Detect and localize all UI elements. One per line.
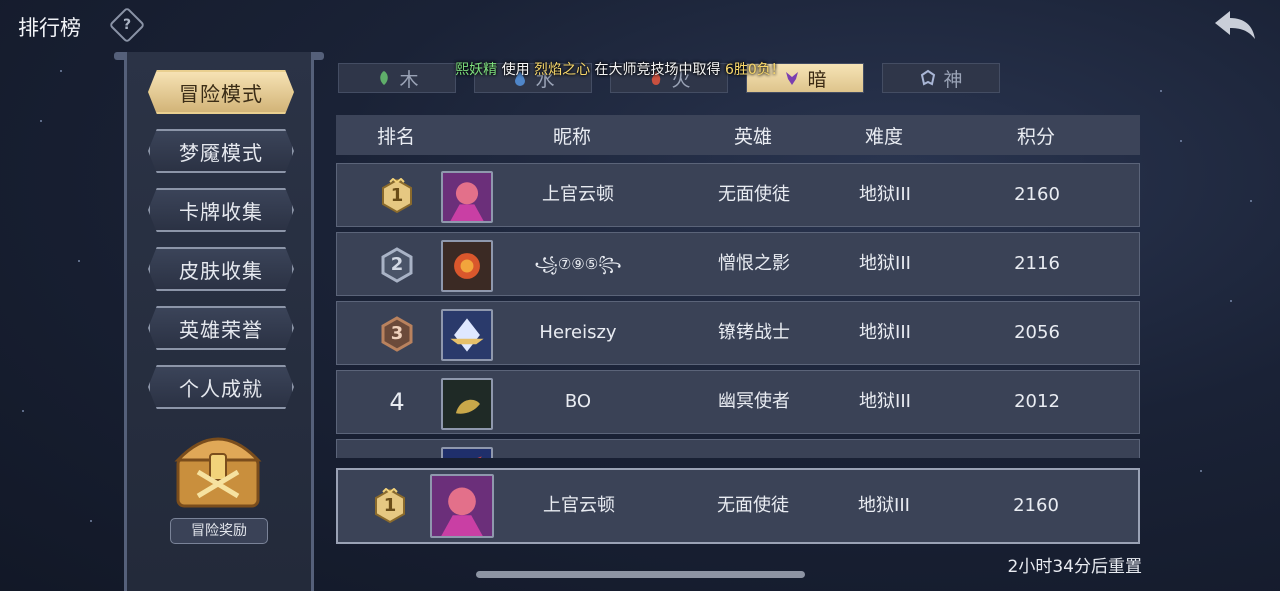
- sidebar-item-achievements[interactable]: 个人成就: [148, 365, 294, 409]
- header-nickname: 昵称: [552, 125, 591, 148]
- hero-name: 幽冥使者: [718, 391, 790, 412]
- ticker-middle: 在大师竞技场中取得: [594, 62, 721, 78]
- tab-label: 神: [943, 68, 963, 91]
- table-row[interactable]: 2 ꧁⑦⑨⑤꧂ 憎恨之影 地狱III 2116: [336, 232, 1140, 296]
- table-row[interactable]: 4 BO 幽冥使者 地狱III 2012: [336, 370, 1140, 434]
- header-difficulty: 难度: [864, 125, 903, 148]
- table-row[interactable]: 1 上官云顿 无面使徒 地狱III 2160: [336, 163, 1140, 227]
- nickname: Hereiszy: [539, 322, 617, 343]
- sidebar-item-skins[interactable]: 皮肤收集: [148, 247, 294, 291]
- ticker-player: 熙妖精: [455, 62, 498, 78]
- rank-number: 4: [389, 388, 405, 416]
- difficulty: 地狱III: [859, 322, 911, 343]
- header-score: 积分: [1016, 125, 1055, 148]
- adventure-reward-button[interactable]: 冒险奖励: [170, 518, 268, 544]
- difficulty: 地狱III: [859, 184, 911, 205]
- difficulty: 地狱III: [858, 495, 910, 516]
- hero-name: 无面使徒: [718, 184, 790, 205]
- tab-label: 木: [399, 68, 419, 91]
- hero-avatar[interactable]: [441, 240, 493, 292]
- sidebar-item-nightmare[interactable]: 梦魇模式: [148, 129, 294, 173]
- rank-number: 1: [390, 185, 404, 206]
- hero-avatar[interactable]: [441, 171, 493, 223]
- table-row[interactable]: [336, 439, 1140, 458]
- hero-name: 憎恨之影: [718, 253, 790, 274]
- back-arrow-icon[interactable]: [1212, 8, 1258, 42]
- nickname: ꧁⑦⑨⑤꧂: [534, 255, 622, 273]
- hero-name: 镣铐战士: [718, 322, 790, 343]
- score: 2116: [1014, 253, 1060, 274]
- rank-number: 2: [390, 254, 404, 275]
- tab-divine[interactable]: 神: [882, 63, 1000, 93]
- sidebar-item-adventure[interactable]: 冒险模式: [148, 70, 294, 114]
- table-row[interactable]: 3 Hereiszy 镣铐战士 地狱III 2056: [336, 301, 1140, 365]
- announcement-ticker: 熙妖精 使用 烈焰之心 在大师竞技场中取得 6胜0负！: [420, 59, 820, 79]
- rank-number: 1: [383, 495, 397, 516]
- ticker-verb: 使用: [501, 62, 530, 78]
- leaderboard-header: 排名 昵称 英雄 难度 积分: [336, 115, 1140, 155]
- page-title: 排行榜: [18, 16, 81, 40]
- divine-icon: [921, 69, 936, 86]
- hero-avatar[interactable]: [441, 447, 493, 458]
- treasure-chest-icon[interactable]: [170, 424, 266, 512]
- score: 2012: [1014, 391, 1060, 412]
- home-indicator-bar[interactable]: [476, 571, 805, 578]
- hero-avatar[interactable]: [441, 378, 493, 430]
- hero-avatar[interactable]: [430, 474, 494, 538]
- reset-countdown: 2小时34分后重置: [1007, 557, 1142, 577]
- nickname: 上官云顿: [542, 184, 614, 205]
- help-icon[interactable]: ?: [108, 6, 146, 44]
- ticker-result: 6胜0负！: [724, 62, 785, 78]
- leaderboard-list[interactable]: 1 上官云顿 无面使徒 地狱III 2160 2 ꧁⑦⑨⑤꧂ 憎恨之影 地狱II…: [336, 163, 1140, 458]
- sidebar-item-cards[interactable]: 卡牌收集: [148, 188, 294, 232]
- leaf-icon: [380, 71, 389, 85]
- header-rank: 排名: [376, 125, 415, 148]
- score: 2160: [1013, 495, 1059, 516]
- difficulty: 地狱III: [859, 253, 911, 274]
- my-rank-row[interactable]: 1 上官云顿 无面使徒 地狱III 2160: [336, 468, 1140, 544]
- ticker-hero: 烈焰之心: [534, 62, 591, 78]
- nickname: BO: [564, 391, 592, 412]
- hero-avatar[interactable]: [441, 309, 493, 361]
- rank-number: 3: [390, 323, 404, 344]
- top-bar: 排行榜 ?: [0, 0, 1280, 50]
- difficulty: 地狱III: [859, 391, 911, 412]
- header-hero: 英雄: [733, 125, 772, 148]
- hero-name: 无面使徒: [717, 495, 789, 516]
- sidebar-item-hero-honor[interactable]: 英雄荣誉: [148, 306, 294, 350]
- score: 2160: [1014, 184, 1060, 205]
- score: 2056: [1014, 322, 1060, 343]
- nickname: 上官云顿: [543, 495, 615, 516]
